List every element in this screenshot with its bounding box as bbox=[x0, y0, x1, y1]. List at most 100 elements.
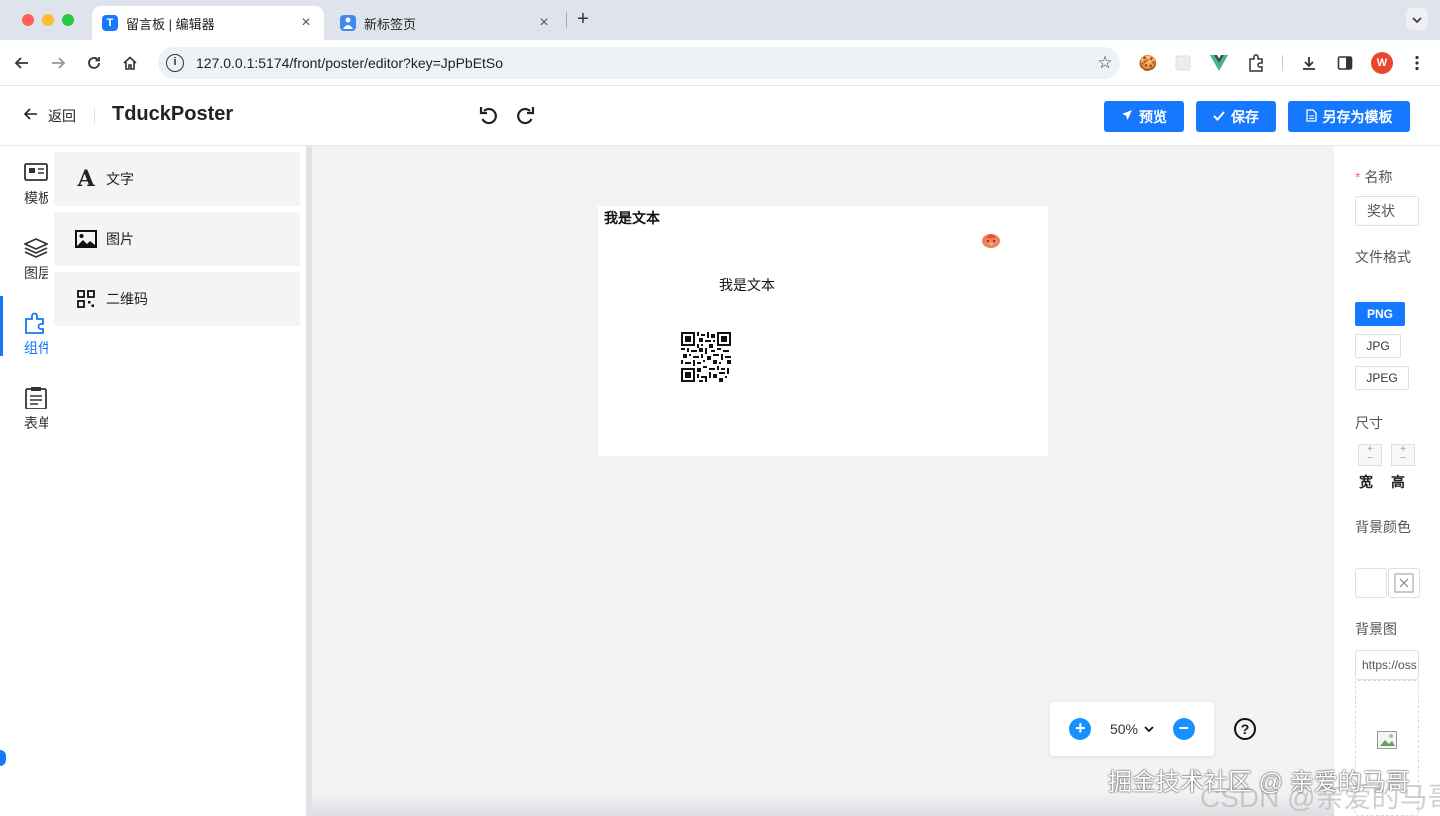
check-icon bbox=[1213, 110, 1225, 124]
format-option-jpeg[interactable]: JPEG bbox=[1355, 366, 1409, 390]
active-indicator bbox=[0, 296, 3, 356]
tab-divider bbox=[566, 12, 567, 28]
properties-panel: * 名称 奖状 文件格式 PNG JPG JPEG 尺寸 + − + − 宽 高 背景… bbox=[1334, 146, 1440, 816]
rail-item-components[interactable]: 组件 bbox=[0, 298, 48, 358]
width-stepper[interactable]: + − bbox=[1358, 444, 1382, 466]
back-label: 返回 bbox=[48, 108, 76, 124]
rail-item-template[interactable]: 模板 bbox=[0, 148, 48, 208]
component-image[interactable]: 图片 bbox=[54, 212, 300, 266]
canvas-area[interactable]: 我是文本 我是文本 + 50% − ? bbox=[312, 146, 1334, 816]
format-option-jpg[interactable]: JPG bbox=[1355, 334, 1401, 358]
name-input[interactable]: 奖状 bbox=[1355, 196, 1419, 226]
minimize-window-button[interactable] bbox=[42, 14, 54, 26]
component-label: 图片 bbox=[106, 231, 134, 247]
zoom-in-button[interactable]: + bbox=[1069, 718, 1092, 740]
vue-devtools-icon[interactable] bbox=[1208, 52, 1230, 74]
new-tab-button[interactable]: + bbox=[572, 8, 594, 30]
help-icon[interactable]: ? bbox=[1234, 718, 1256, 740]
redo-icon[interactable] bbox=[514, 104, 538, 128]
poster-text-element[interactable]: 我是文本 bbox=[604, 208, 660, 228]
rail-item-layers[interactable]: 图层 bbox=[0, 223, 50, 283]
format-option-png[interactable]: PNG bbox=[1355, 302, 1405, 326]
poster-canvas[interactable]: 我是文本 我是文本 bbox=[598, 206, 1048, 456]
send-icon bbox=[1121, 109, 1133, 124]
width-label: 宽 bbox=[1359, 474, 1373, 490]
arrow-left-icon bbox=[23, 107, 38, 125]
zoom-value: 50% bbox=[1109, 721, 1139, 737]
component-qrcode[interactable]: 二维码 bbox=[54, 272, 300, 326]
bird-sticker-icon[interactable] bbox=[980, 228, 1002, 250]
color-picker[interactable] bbox=[1355, 568, 1387, 598]
height-label: 高 bbox=[1391, 474, 1405, 490]
user-favicon-icon bbox=[340, 15, 356, 31]
clipboard-icon bbox=[24, 387, 48, 410]
component-label: 二维码 bbox=[106, 291, 148, 307]
close-icon[interactable]: × bbox=[298, 14, 314, 32]
bg-image-label: 背景图 bbox=[1355, 621, 1397, 637]
save-as-template-label: 另存为模板 bbox=[1322, 108, 1393, 125]
juejin-watermark: 掘金技术社区 @ 亲爱的马哥 bbox=[1108, 769, 1410, 796]
image-icon bbox=[74, 228, 98, 250]
zoom-out-button[interactable]: − bbox=[1172, 718, 1195, 740]
download-icon[interactable] bbox=[1298, 52, 1320, 74]
undo-icon[interactable] bbox=[478, 104, 502, 128]
back-arrow-icon[interactable] bbox=[10, 51, 34, 75]
site-info-icon[interactable]: i bbox=[166, 54, 184, 72]
tab-title: 留言板 | 编辑器 bbox=[126, 16, 215, 32]
component-text[interactable]: A 文字 bbox=[54, 152, 300, 206]
zoom-select[interactable]: 50% bbox=[1110, 721, 1154, 737]
name-label: * 名称 bbox=[1355, 169, 1393, 185]
rail-label: 图层 bbox=[24, 265, 48, 281]
bg-image-url-input[interactable]: https://oss bbox=[1355, 650, 1419, 680]
poster-qrcode-element[interactable] bbox=[681, 332, 731, 382]
close-icon[interactable]: × bbox=[536, 14, 552, 32]
component-label: 文字 bbox=[106, 171, 134, 187]
save-button[interactable]: 保存 bbox=[1196, 101, 1276, 132]
layers-icon bbox=[22, 237, 50, 259]
tduck-favicon-icon: T bbox=[102, 15, 118, 31]
color-clear-button[interactable] bbox=[1388, 568, 1420, 598]
puzzle-icon bbox=[24, 312, 48, 334]
page-title: TduckPoster bbox=[112, 103, 234, 125]
app-header: 返回 TduckPoster 预览 保存 另存为模板 bbox=[0, 86, 1440, 146]
broken-image-icon bbox=[1377, 731, 1397, 749]
bg-color-label: 背景颜色 bbox=[1355, 519, 1411, 535]
height-stepper[interactable]: + − bbox=[1391, 444, 1415, 466]
reload-icon[interactable] bbox=[82, 51, 106, 75]
tab-editor[interactable]: T 留言板 | 编辑器 × bbox=[92, 6, 324, 40]
preview-button[interactable]: 预览 bbox=[1104, 101, 1184, 132]
bookmark-star-icon[interactable]: ☆ bbox=[1090, 53, 1120, 73]
blank-extension-icon[interactable] bbox=[1172, 52, 1194, 74]
rail-label: 表单 bbox=[24, 415, 48, 431]
preview-label: 预览 bbox=[1139, 108, 1167, 125]
home-icon[interactable] bbox=[118, 51, 142, 75]
more-menu-icon[interactable] bbox=[1406, 52, 1428, 74]
text-icon: A bbox=[77, 166, 95, 192]
maximize-window-button[interactable] bbox=[62, 14, 74, 26]
close-window-button[interactable] bbox=[22, 14, 34, 26]
tab-search-button[interactable] bbox=[1406, 8, 1428, 30]
back-button[interactable]: 返回 bbox=[23, 106, 76, 126]
save-label: 保存 bbox=[1231, 108, 1259, 125]
side-panel-icon[interactable] bbox=[1334, 52, 1356, 74]
left-nav-rail: 模板 图层 组件 表单 bbox=[0, 146, 50, 816]
document-icon bbox=[1305, 108, 1317, 125]
browser-toolbar: i 127.0.0.1:5174/front/poster/editor?key… bbox=[0, 40, 1440, 86]
address-bar[interactable]: i 127.0.0.1:5174/front/poster/editor?key… bbox=[158, 47, 1120, 79]
profile-avatar[interactable]: W bbox=[1371, 52, 1393, 74]
extensions-puzzle-icon[interactable] bbox=[1245, 52, 1267, 74]
poster-text-element[interactable]: 我是文本 bbox=[719, 275, 775, 295]
zoom-control: + 50% − bbox=[1050, 702, 1214, 756]
format-label: 文件格式 bbox=[1355, 249, 1411, 265]
save-as-template-button[interactable]: 另存为模板 bbox=[1288, 101, 1410, 132]
url-text[interactable]: 127.0.0.1:5174/front/poster/editor?key=J… bbox=[196, 55, 1090, 71]
forward-arrow-icon[interactable] bbox=[46, 51, 70, 75]
browser-tab-bar: T 留言板 | 编辑器 × 新标签页 × + bbox=[0, 0, 1440, 40]
rail-label: 模板 bbox=[24, 190, 48, 206]
size-label: 尺寸 bbox=[1355, 415, 1383, 431]
cookie-extension-icon[interactable]: 🍪 bbox=[1137, 52, 1159, 74]
tab-new-tab[interactable]: 新标签页 × bbox=[330, 6, 562, 40]
floating-handle[interactable] bbox=[0, 750, 6, 766]
rail-item-form[interactable]: 表单 bbox=[0, 373, 48, 433]
required-mark: * bbox=[1355, 169, 1361, 185]
